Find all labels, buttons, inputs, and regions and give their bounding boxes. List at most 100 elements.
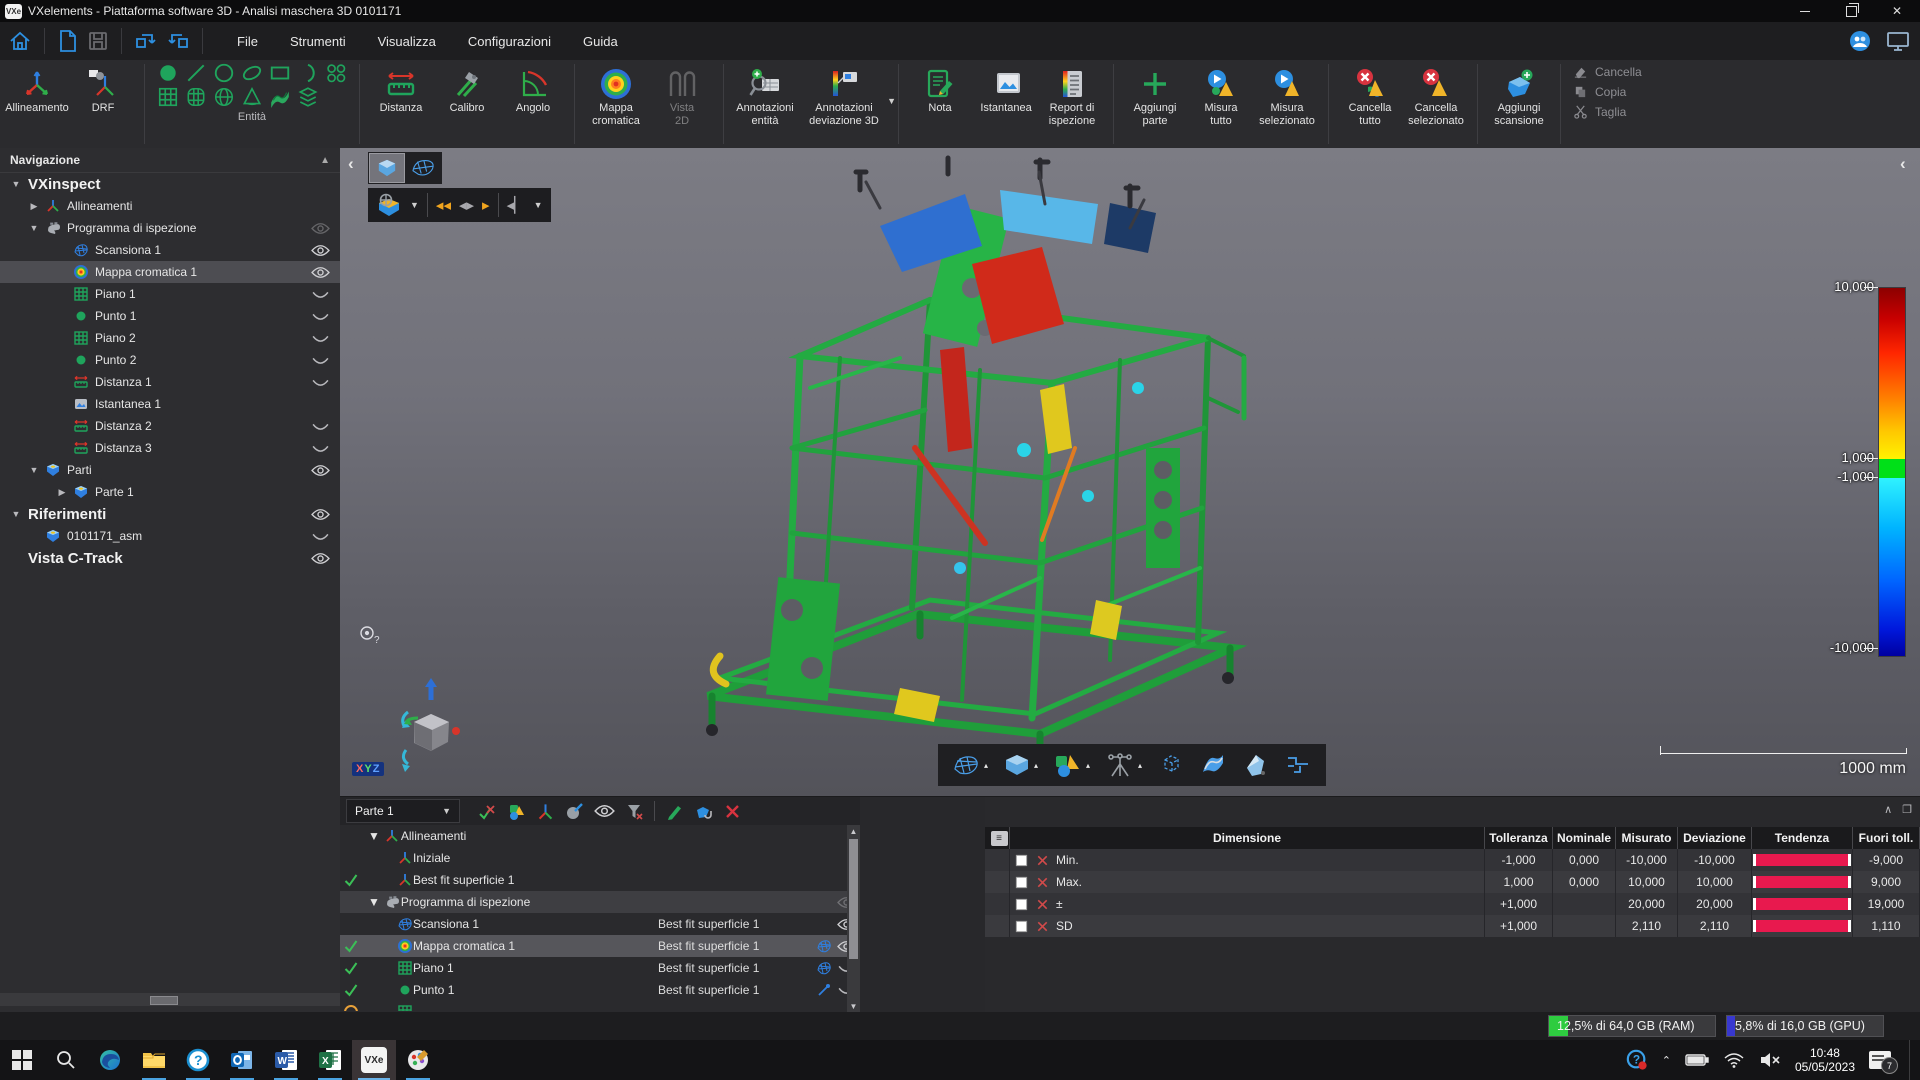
taskbar-help[interactable]: ? [176, 1040, 220, 1080]
drf-button[interactable]: DRF [70, 62, 136, 115]
rotate-left-icon[interactable]: ◂◂ [436, 198, 451, 213]
delete-icon[interactable] [723, 802, 742, 821]
part-row-mappa-cromatica-1[interactable]: Mappa cromatica 1Best fit superficie 1 [340, 935, 860, 957]
misura-selezionato-button[interactable]: Misuraselezionato [1254, 62, 1320, 128]
collapse-panel-icon[interactable]: ▲ [320, 155, 330, 166]
part-row-punto-1[interactable]: Punto 1Best fit superficie 1 [340, 979, 860, 1001]
taskbar-excel[interactable]: X [308, 1040, 352, 1080]
views-caret-icon[interactable]: ▼ [534, 200, 543, 210]
entity-sphere-icon[interactable] [213, 86, 235, 108]
visibility-eye-icon[interactable] [310, 244, 330, 257]
visibility-off-icon[interactable] [310, 376, 330, 389]
mesh-display-icon-caret[interactable]: ▴ [984, 761, 988, 770]
visibility-off-icon[interactable] [310, 530, 330, 543]
column-header-tolleranza[interactable]: Tolleranza [1485, 827, 1553, 849]
visibility-eye-icon[interactable] [310, 266, 330, 279]
calibro-button[interactable]: Calibro [434, 62, 500, 115]
entity-ellipse-icon[interactable] [241, 62, 263, 84]
export-session-icon[interactable] [166, 29, 190, 53]
tree-item-piano-1[interactable]: Piano 1 [0, 283, 340, 305]
visibility-icon[interactable] [594, 804, 615, 818]
part-selector[interactable]: Parte 1 ▼ [346, 799, 460, 823]
expander-icon[interactable]: ▶ [56, 487, 68, 498]
home-view-icon[interactable] [376, 193, 402, 217]
visibility-off-icon[interactable] [310, 310, 330, 323]
entity-circle-icon[interactable] [213, 62, 235, 84]
part-row-best-fit-superficie-1[interactable]: Best fit superficie 1 [340, 869, 860, 891]
tab-mesh-view[interactable] [406, 154, 440, 182]
restore-button[interactable] [1828, 0, 1874, 22]
online-services-icon[interactable] [1848, 29, 1872, 53]
tree-item-allineamenti[interactable]: ▶Allineamenti [0, 195, 340, 217]
table-options-icon[interactable]: ≡ [991, 831, 1008, 846]
part-row-allineamenti[interactable]: ▼Allineamenti [340, 825, 860, 847]
result-row--[interactable]: ±+1,00020,00020,00019,000 [985, 893, 1920, 915]
tree-item-scansiona-1[interactable]: Scansiona 1 [0, 239, 340, 261]
home-icon[interactable] [8, 29, 32, 53]
tree-item-parti[interactable]: ▼Parti [0, 459, 340, 481]
tree-item-distanza-2[interactable]: Distanza 2 [0, 415, 340, 437]
expander-icon[interactable]: ▼ [368, 895, 380, 909]
expander-icon[interactable]: ▼ [368, 829, 380, 843]
box-display-icon-caret[interactable]: ▴ [1034, 761, 1038, 770]
taskbar-explorer[interactable] [132, 1040, 176, 1080]
entity-layers-icon[interactable] [297, 86, 319, 108]
notification-center-icon[interactable]: 7 [1869, 1051, 1891, 1069]
ctrack-display-icon-caret[interactable]: ▴ [1138, 761, 1142, 770]
rotate-icon[interactable]: ◂▸ [459, 198, 474, 213]
import-session-icon[interactable] [134, 29, 158, 53]
aggiungi-parte-button[interactable]: Aggiungiparte [1122, 62, 1188, 128]
ctrack-display-icon[interactable] [1106, 752, 1134, 778]
measure-toggle-icon[interactable] [478, 802, 497, 821]
visibility-eye-icon[interactable] [310, 464, 330, 477]
entity-surface-icon[interactable] [269, 86, 291, 108]
taskbar-word[interactable]: W [264, 1040, 308, 1080]
scroll-up-icon[interactable]: ▲ [847, 825, 860, 838]
filter-clear-icon[interactable] [625, 802, 644, 821]
connected-devices-icon[interactable] [1886, 30, 1910, 52]
annotazioni-deviazione-3d-button[interactable]: Annotazionideviazione 3D▼ [798, 62, 890, 128]
clipping-display-icon[interactable] [1242, 752, 1268, 778]
tree-item-vxinspect[interactable]: ▼VXinspect [0, 173, 340, 195]
expander-icon[interactable]: ▶ [28, 201, 40, 212]
entity-line-icon[interactable] [185, 62, 207, 84]
previous-view-icon[interactable]: ◂▏ [507, 198, 526, 213]
visibility-off-icon[interactable] [310, 420, 330, 433]
result-row-min-[interactable]: Min.-1,0000,000-10,000-10,000-9,000 [985, 849, 1920, 871]
tree-item-piano-2[interactable]: Piano 2 [0, 327, 340, 349]
mesh-display-icon[interactable] [952, 753, 980, 777]
mappa-cromatica-button[interactable]: Mappacromatica [583, 62, 649, 128]
probe-help-icon[interactable]: ? [358, 624, 382, 646]
tree-item-istantanea-1[interactable]: Istantanea 1 [0, 393, 340, 415]
assistance-tray-icon[interactable]: ? [1626, 1049, 1648, 1071]
angolo-button[interactable]: Angolo [500, 62, 566, 115]
volume-muted-icon[interactable] [1759, 1052, 1781, 1068]
navigation-cube[interactable] [388, 676, 474, 772]
collapse-left-icon[interactable]: ‹ [348, 154, 354, 174]
istantanea-button[interactable]: Istantanea [973, 62, 1039, 115]
part-row-partial[interactable] [340, 1001, 860, 1011]
menu-file[interactable]: File [223, 30, 272, 53]
tab-3d-view[interactable] [370, 154, 404, 182]
tree-item-programma-di-ispezione[interactable]: ▼Programma di ispezione [0, 217, 340, 239]
part-row-iniziale[interactable]: Iniziale [340, 847, 860, 869]
sidebar-horizontal-scrollbar[interactable] [0, 993, 340, 1006]
collapse-results-icon[interactable]: ∧ [1884, 803, 1892, 816]
entity-point-icon[interactable] [157, 62, 179, 84]
column-header-fuori-toll-[interactable]: Fuori toll. [1853, 827, 1920, 849]
expander-icon[interactable]: ▼ [10, 509, 22, 519]
row-checkbox[interactable] [1014, 853, 1029, 868]
minimize-button[interactable] [1782, 0, 1828, 22]
result-row-sd[interactable]: SD+1,0002,1102,1101,110 [985, 915, 1920, 937]
part-row-scansiona-1[interactable]: Scansiona 1Best fit superficie 1 [340, 913, 860, 935]
visibility-eye-icon[interactable] [310, 508, 330, 521]
entity-cone-icon[interactable] [241, 86, 263, 108]
visibility-eye-icon[interactable] [310, 222, 330, 235]
annotazioni-entita-button[interactable]: Annotazionientità [732, 62, 798, 128]
tree-item-distanza-1[interactable]: Distanza 1 [0, 371, 340, 393]
taskbar-start[interactable] [0, 1040, 44, 1080]
part-panel-scrollbar[interactable]: ▲ ▼ [847, 825, 860, 1013]
menu-visualizza[interactable]: Visualizza [364, 30, 450, 53]
taskbar-search[interactable] [44, 1040, 88, 1080]
tree-item-punto-2[interactable]: Punto 2 [0, 349, 340, 371]
